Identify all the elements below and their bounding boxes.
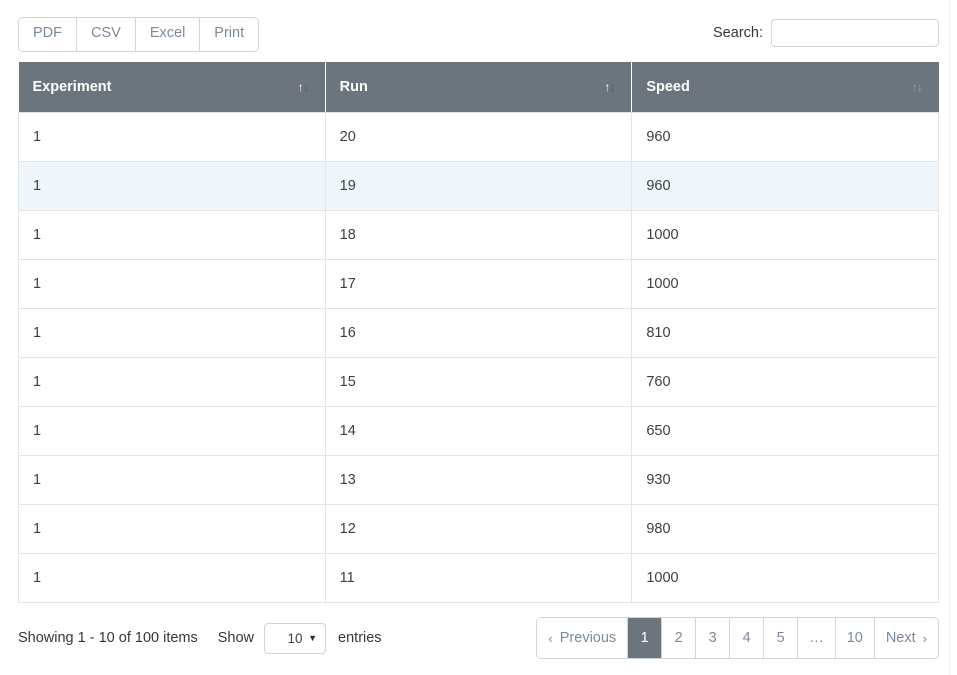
cell-speed: 760 — [631, 357, 939, 407]
entries-per-page-select[interactable]: 10 ▼ — [264, 622, 327, 654]
search-label: Search: — [713, 25, 763, 41]
datatable-page: PDF CSV Excel Print Search: Experiment ↑↓ Run… — [0, 0, 949, 675]
cell-run: 20 — [325, 112, 633, 162]
table-row[interactable]: 1 14 650 — [18, 406, 939, 456]
cell-experiment: 1 — [18, 308, 326, 358]
search-input[interactable] — [771, 19, 939, 47]
table-row[interactable]: 1 11 1000 — [18, 553, 939, 603]
sort-arrows-icon[interactable]: ↑↓ — [604, 81, 615, 93]
cell-experiment: 1 — [18, 259, 326, 309]
column-header-run[interactable]: Run ↑↓ — [325, 62, 633, 113]
chevron-left-icon: ‹ — [548, 630, 553, 646]
table-row[interactable]: 1 18 1000 — [18, 210, 939, 260]
showing-entries-text: Showing 1 - 10 of 100 items — [18, 630, 198, 646]
cell-experiment: 1 — [18, 553, 326, 603]
cell-run: 14 — [325, 406, 633, 456]
pagination-page-1[interactable]: 1 — [628, 618, 663, 658]
table-footer: Showing 1 - 10 of 100 items Show 10 ▼ en… — [18, 603, 939, 673]
table-row[interactable]: 1 19 960 — [18, 161, 939, 211]
data-table: Experiment ↑↓ Run ↑↓ Speed ↑↓ 1 20 960 1 19 960 1 18… — [18, 62, 939, 603]
cell-experiment: 1 — [18, 357, 326, 407]
cell-speed: 1000 — [631, 210, 939, 260]
entries-label: entries — [338, 630, 382, 646]
column-header-label: Run — [339, 79, 368, 95]
cell-experiment: 1 — [18, 161, 326, 211]
pagination-ellipsis: … — [798, 618, 836, 658]
pagination-page-10[interactable]: 10 — [835, 618, 875, 658]
pagination-prev-button[interactable]: ‹ Previous — [537, 618, 629, 658]
pagination-page-2[interactable]: 2 — [662, 618, 697, 658]
entries-info-group: Showing 1 - 10 of 100 items Show 10 ▼ en… — [18, 622, 382, 654]
cell-experiment: 1 — [18, 112, 326, 162]
page-scrollbar[interactable] — [949, 0, 957, 675]
cell-run: 17 — [325, 259, 633, 309]
cell-speed: 960 — [631, 161, 939, 211]
column-header-label: Speed — [646, 79, 690, 95]
pagination-label: Previous — [559, 630, 617, 646]
export-pdf-button[interactable]: PDF — [19, 18, 77, 51]
cell-run: 19 — [325, 161, 633, 211]
export-csv-button[interactable]: CSV — [77, 18, 136, 51]
sort-arrows-icon[interactable]: ↑↓ — [298, 81, 309, 93]
export-print-button[interactable]: Print — [200, 18, 259, 51]
cell-run: 12 — [325, 504, 633, 554]
table-header-row: Experiment ↑↓ Run ↑↓ Speed ↑↓ — [18, 62, 939, 113]
pagination: ‹ Previous 1 2 3 4 5… 10 Next › — [536, 617, 939, 659]
cell-speed: 650 — [631, 406, 939, 456]
table-row[interactable]: 1 17 1000 — [18, 259, 939, 309]
export-excel-button[interactable]: Excel — [135, 18, 201, 51]
table-row[interactable]: 1 12 980 — [18, 504, 939, 554]
pagination-page-4[interactable]: 4 — [730, 618, 765, 658]
cell-speed: 980 — [631, 504, 939, 554]
entries-per-page-value: 10 — [287, 630, 303, 646]
table-row[interactable]: 1 16 810 — [18, 308, 939, 358]
cell-run: 13 — [325, 455, 633, 505]
pagination-next-button[interactable]: Next › — [874, 618, 938, 658]
cell-run: 11 — [325, 553, 633, 603]
table-row[interactable]: 1 13 930 — [18, 455, 939, 505]
column-header-experiment[interactable]: Experiment ↑↓ — [18, 62, 326, 113]
pagination-page-3[interactable]: 3 — [696, 618, 731, 658]
cell-speed: 1000 — [631, 259, 939, 309]
column-header-speed[interactable]: Speed ↑↓ — [631, 62, 939, 113]
pagination-label: Next — [885, 630, 916, 646]
cell-run: 18 — [325, 210, 633, 260]
cell-experiment: 1 — [18, 455, 326, 505]
table-head: Experiment ↑↓ Run ↑↓ Speed ↑↓ — [18, 62, 939, 113]
pagination-page-5[interactable]: 5 — [764, 618, 799, 658]
search-area: Search: — [713, 19, 939, 47]
chevron-down-icon: ▼ — [308, 633, 318, 643]
cell-run: 16 — [325, 308, 633, 358]
chevron-right-icon: › — [922, 630, 927, 646]
table-row[interactable]: 1 15 760 — [18, 357, 939, 407]
table-container: Experiment ↑↓ Run ↑↓ Speed ↑↓ 1 20 960 1 19 960 1 18… — [18, 62, 939, 603]
cell-experiment: 1 — [18, 406, 326, 456]
show-label: Show — [217, 630, 255, 646]
cell-speed: 930 — [631, 455, 939, 505]
cell-speed: 960 — [631, 112, 939, 162]
cell-run: 15 — [325, 357, 633, 407]
column-header-label: Experiment — [32, 79, 112, 95]
table-row[interactable]: 1 20 960 — [18, 112, 939, 162]
sort-arrows-icon[interactable]: ↑↓ — [912, 81, 923, 93]
cell-speed: 810 — [631, 308, 939, 358]
cell-speed: 1000 — [631, 553, 939, 603]
table-body: 1 20 960 1 19 960 1 18 1000 1 17 1000 1 16 810 1 15 760 1 1… — [18, 112, 939, 603]
cell-experiment: 1 — [18, 210, 326, 260]
export-button-group: PDF CSV Excel Print — [18, 17, 260, 52]
table-toolbar: PDF CSV Excel Print Search: — [0, 0, 949, 62]
cell-experiment: 1 — [18, 504, 326, 554]
